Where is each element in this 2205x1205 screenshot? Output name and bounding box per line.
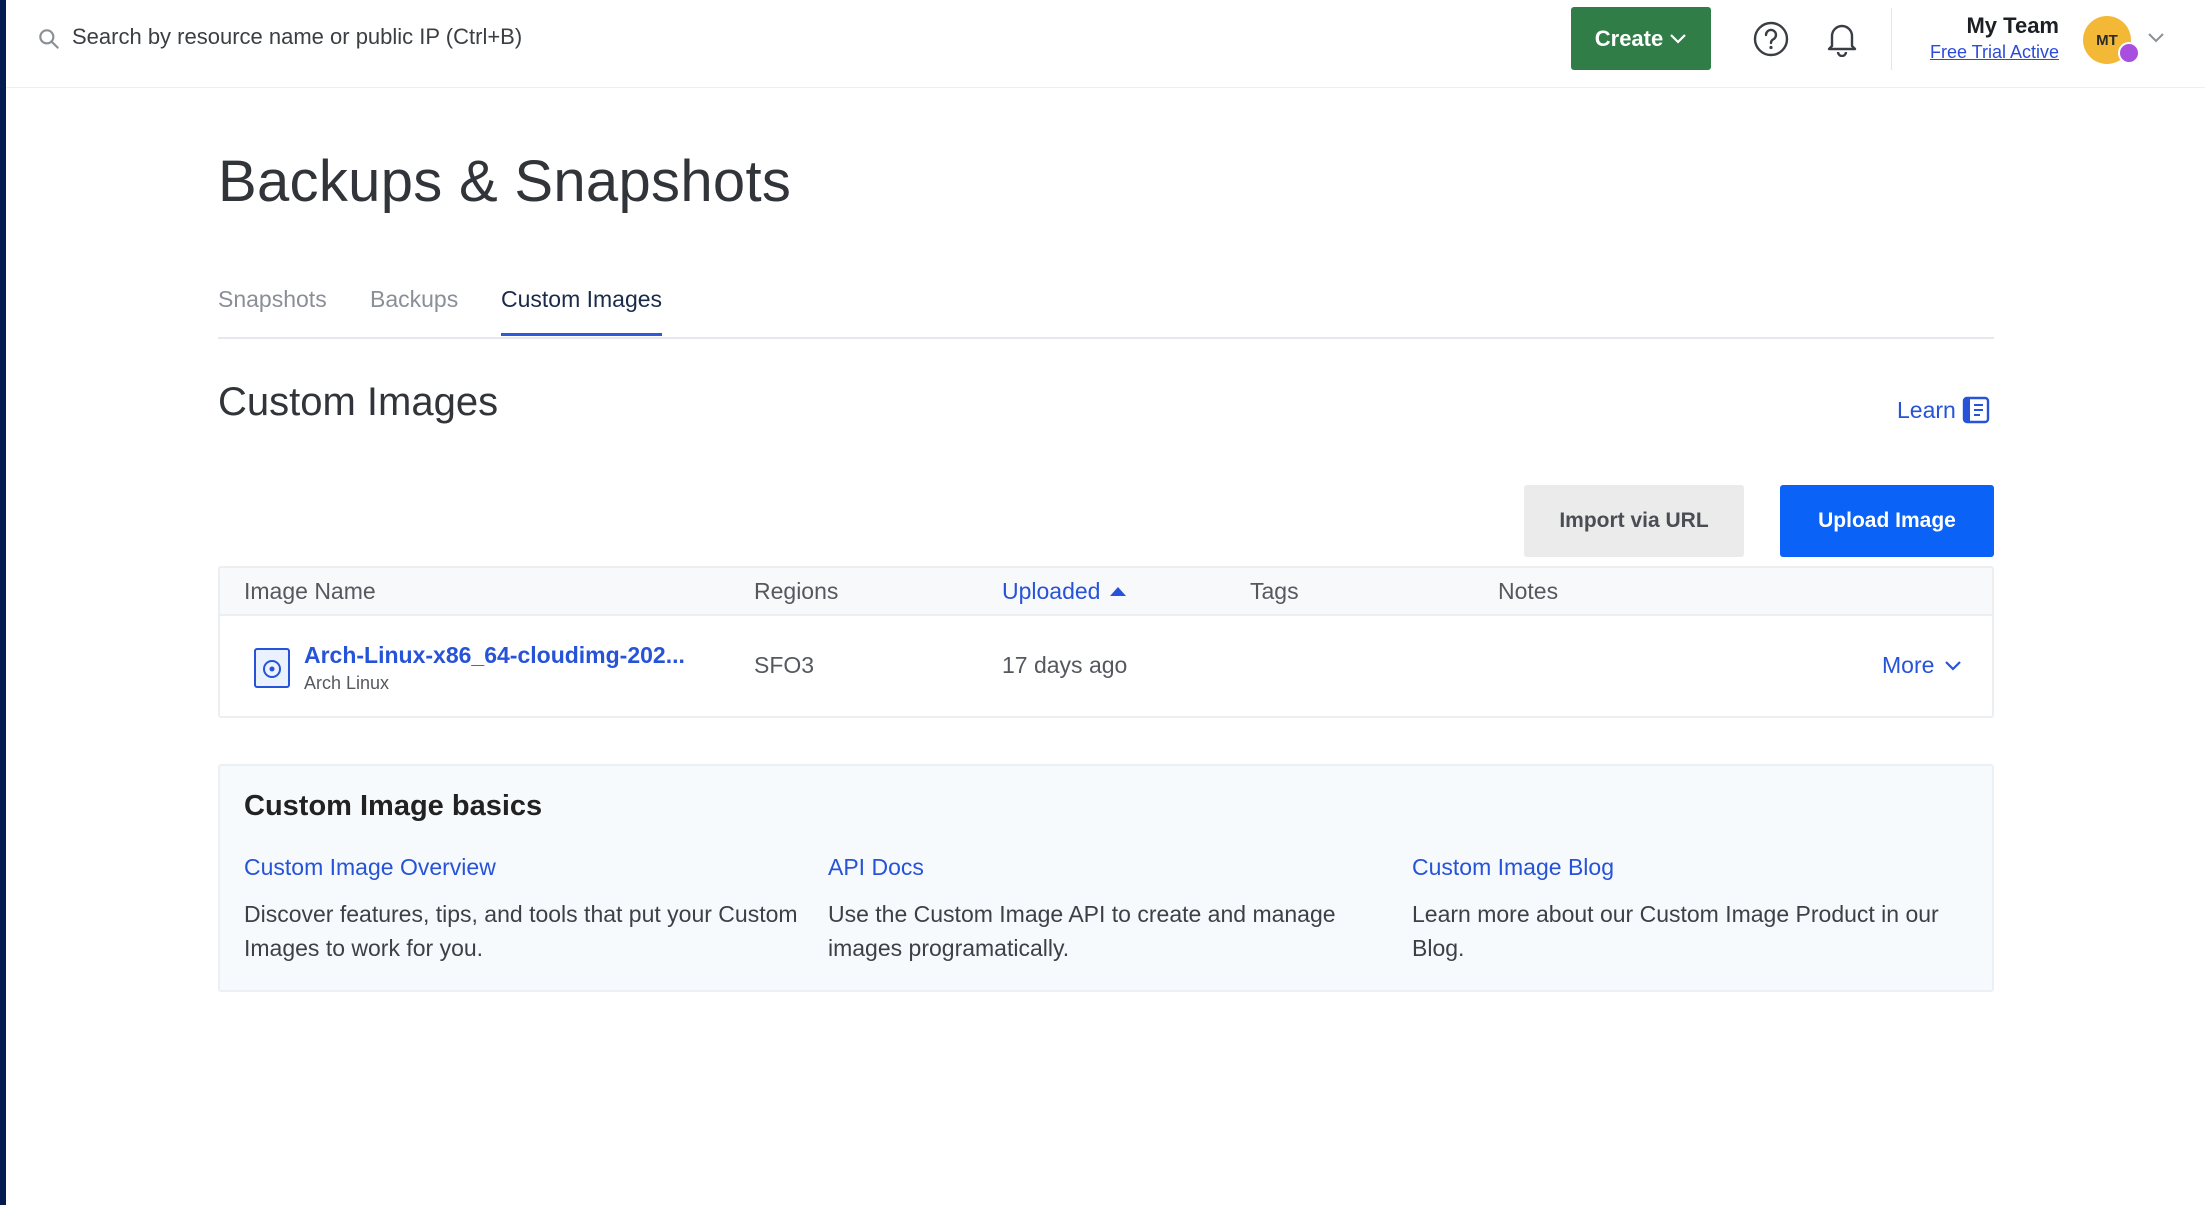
chevron-down-icon[interactable] (2147, 32, 2165, 44)
custom-images-table: Image Name Regions Uploaded Tags Notes A… (218, 566, 1994, 718)
free-trial-link[interactable]: Free Trial Active (1930, 42, 2059, 63)
image-region: SFO3 (754, 652, 815, 678)
basics-item-blog: Custom Image Blog Learn more about our C… (1412, 854, 1972, 965)
image-uploaded: 17 days ago (1002, 652, 1128, 678)
tab-bar: Snapshots Backups Custom Images (218, 283, 1994, 339)
more-label: More (1882, 652, 1935, 678)
disk-image-icon (254, 648, 290, 688)
avatar-initials: MT (2096, 31, 2118, 49)
image-name-link[interactable]: Arch-Linux-x86_64-cloudimg-202... (304, 642, 685, 669)
create-button[interactable]: Create (1571, 7, 1711, 70)
search-input[interactable]: Search by resource name or public IP (Ct… (72, 24, 522, 50)
basics-item-overview: Custom Image Overview Discover features,… (244, 854, 804, 965)
basics-item-api-docs: API Docs Use the Custom Image API to cre… (828, 854, 1388, 965)
upload-image-button[interactable]: Upload Image (1780, 485, 1994, 557)
learn-link[interactable]: Learn (1897, 396, 1990, 424)
section-title: Custom Images (218, 380, 499, 424)
team-name[interactable]: My Team (1966, 13, 2059, 39)
api-docs-link[interactable]: API Docs (828, 854, 1388, 881)
table-header: Image Name Regions Uploaded Tags Notes (220, 568, 1992, 616)
basics-item-description: Learn more about our Custom Image Produc… (1412, 901, 1939, 961)
top-bar: Search by resource name or public IP (Ct… (6, 0, 2205, 88)
tab-backups[interactable]: Backups (370, 286, 458, 333)
document-icon (1962, 396, 1990, 424)
custom-image-blog-link[interactable]: Custom Image Blog (1412, 854, 1972, 881)
import-via-url-button[interactable]: Import via URL (1524, 485, 1744, 557)
search-icon (39, 29, 59, 49)
column-header-notes[interactable]: Notes (1498, 578, 1558, 605)
custom-image-basics-panel: Custom Image basics Custom Image Overvie… (218, 764, 1994, 992)
basics-item-description: Discover features, tips, and tools that … (244, 901, 798, 961)
custom-image-overview-link[interactable]: Custom Image Overview (244, 854, 804, 881)
tab-snapshots[interactable]: Snapshots (218, 286, 327, 333)
basics-item-description: Use the Custom Image API to create and m… (828, 901, 1336, 961)
topbar-divider (1891, 8, 1892, 70)
left-sidebar-edge (0, 0, 6, 1205)
column-header-regions[interactable]: Regions (754, 578, 838, 605)
help-icon[interactable] (1752, 20, 1790, 58)
learn-label: Learn (1897, 396, 1956, 423)
column-header-uploaded-label: Uploaded (1002, 578, 1101, 604)
image-distribution: Arch Linux (304, 673, 390, 693)
notifications-bell-icon[interactable] (1824, 19, 1860, 57)
sort-ascending-icon (1110, 587, 1127, 596)
chevron-down-icon (1670, 33, 1687, 44)
avatar-status-badge (2118, 42, 2140, 64)
more-actions-button[interactable]: More (1882, 652, 1962, 679)
page-title: Backups & Snapshots (218, 149, 792, 214)
create-button-label: Create (1594, 25, 1664, 51)
column-header-image-name[interactable]: Image Name (244, 578, 376, 605)
column-header-tags[interactable]: Tags (1250, 578, 1299, 605)
chevron-down-icon (1945, 660, 1962, 671)
tab-custom-images[interactable]: Custom Images (501, 286, 663, 336)
basics-title: Custom Image basics (244, 790, 543, 822)
column-header-uploaded[interactable]: Uploaded (1002, 578, 1127, 605)
